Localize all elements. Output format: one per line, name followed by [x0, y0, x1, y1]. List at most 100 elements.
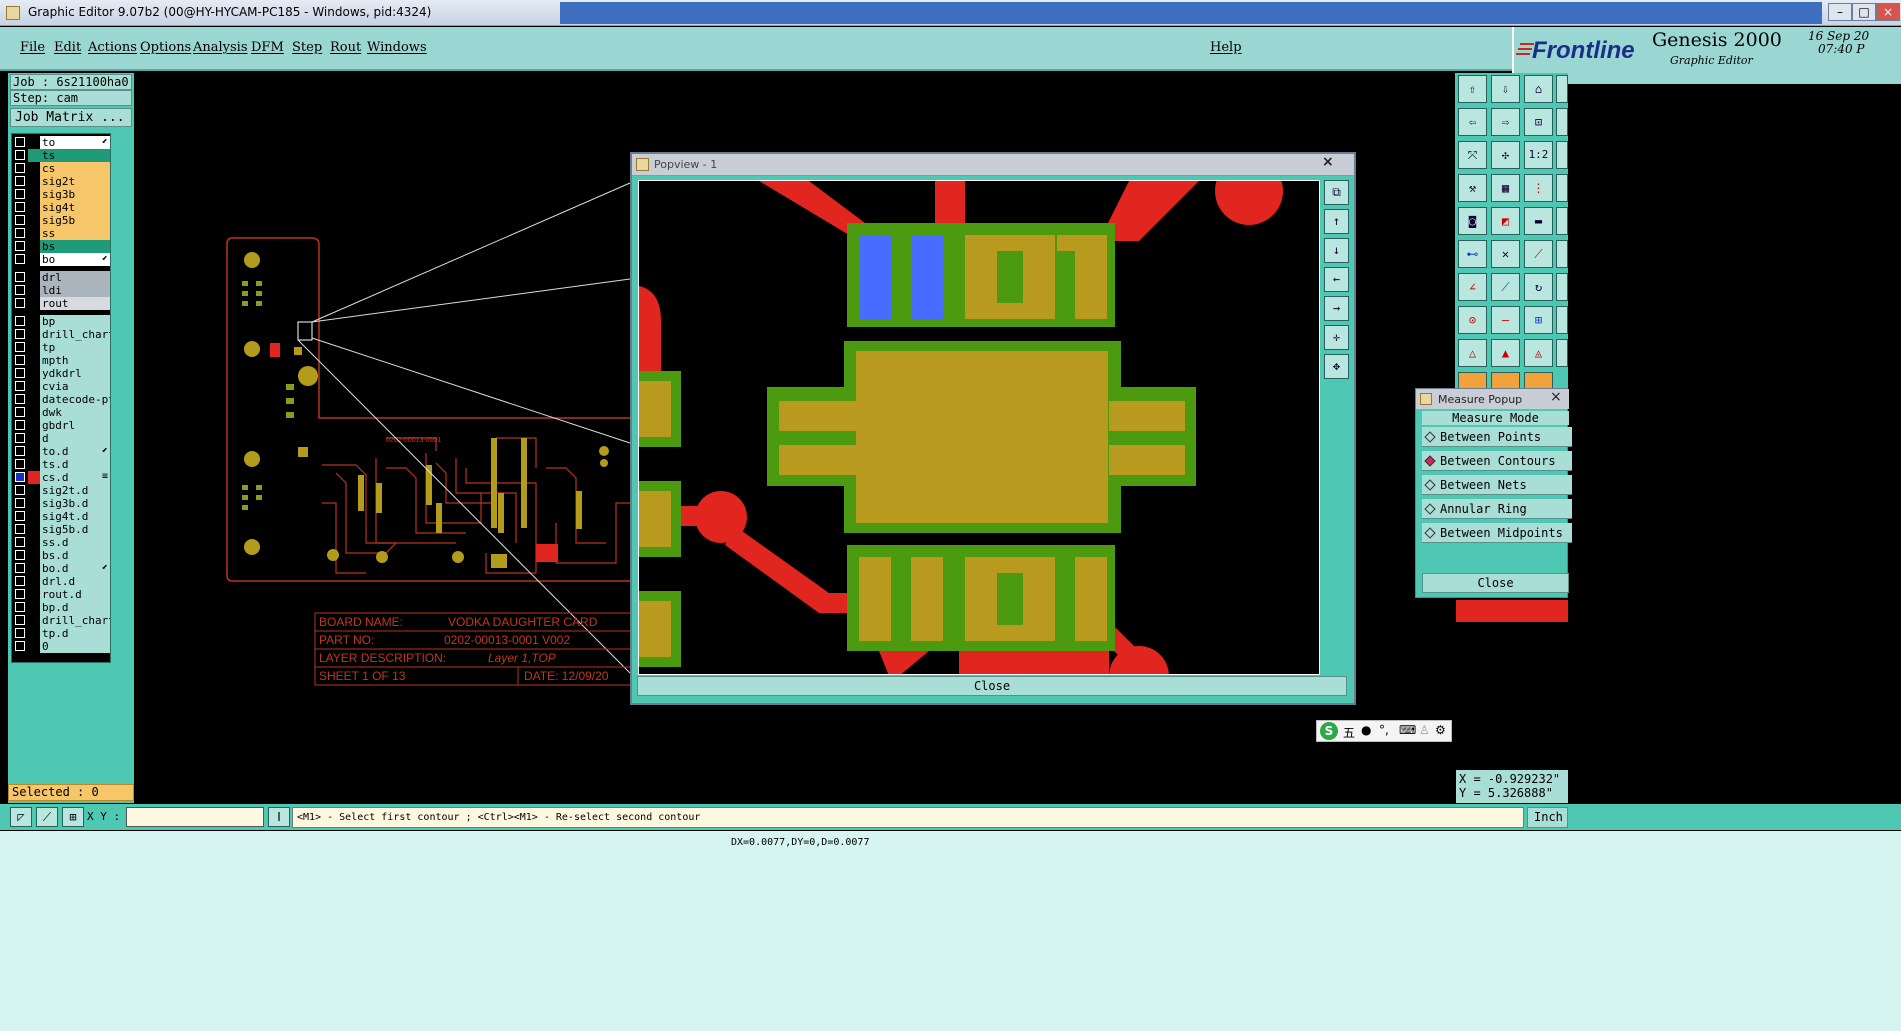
layer-checkbox[interactable] — [15, 433, 25, 443]
layer-row[interactable]: ydkdrl — [12, 367, 112, 380]
layer-color-swatch[interactable] — [28, 419, 40, 432]
layer-checkbox[interactable] — [15, 176, 25, 186]
layer-checkbox[interactable] — [15, 472, 25, 482]
layer-color-swatch[interactable] — [28, 523, 40, 536]
layer-color-swatch[interactable] — [28, 297, 40, 310]
menu-step[interactable]: Step — [292, 40, 322, 55]
layer-color-swatch[interactable] — [28, 162, 40, 175]
menu-options[interactable]: Options — [140, 40, 191, 55]
layer-checkbox[interactable] — [15, 446, 25, 456]
scale-icon[interactable]: 1:2 — [1524, 141, 1553, 169]
layer-row[interactable]: bo.d ⬋ — [12, 562, 112, 575]
triangle-alt-icon[interactable]: ▲ — [1491, 339, 1520, 367]
ime-dot-icon[interactable]: ● — [1361, 723, 1371, 737]
wrench-icon[interactable]: ⚙ — [1435, 723, 1446, 737]
layer-checkbox[interactable] — [15, 241, 25, 251]
layer-name[interactable]: sig3b — [40, 188, 110, 201]
layer-name[interactable]: ss — [40, 227, 110, 240]
layer-name[interactable]: cs.d ≡ — [40, 471, 110, 484]
layer-color-swatch[interactable] — [28, 136, 40, 149]
tool-partial[interactable] — [1556, 108, 1568, 136]
layer-color-swatch[interactable] — [28, 271, 40, 284]
layer-row[interactable]: sig2t — [12, 175, 112, 188]
layer-row[interactable]: gbdrl — [12, 419, 112, 432]
center-icon[interactable]: ✣ — [1491, 141, 1520, 169]
xy-coordinate-input[interactable] — [126, 807, 264, 827]
window-icon[interactable]: ⊡ — [1524, 108, 1553, 136]
layer-checkbox[interactable] — [15, 137, 25, 147]
layer-row[interactable]: sig3b.d — [12, 497, 112, 510]
layer-checkbox[interactable] — [15, 602, 25, 612]
menu-dfm[interactable]: DFM — [251, 40, 284, 55]
layer-checkbox[interactable] — [15, 215, 25, 225]
pan-down-icon[interactable]: ↓ — [1324, 238, 1349, 263]
layer-color-swatch[interactable] — [28, 406, 40, 419]
layer-row[interactable]: bo ⬋ — [12, 253, 112, 266]
units-button[interactable]: Inch — [1527, 807, 1568, 828]
layer-color-swatch[interactable] — [28, 627, 40, 640]
layer-color-swatch[interactable] — [28, 393, 40, 406]
layer-name[interactable]: bo.d ⬋ — [40, 562, 110, 575]
ime-mode[interactable]: 五 — [1343, 724, 1355, 741]
layer-row[interactable]: sig5b.d — [12, 523, 112, 536]
tool-partial[interactable] — [1556, 207, 1568, 235]
measure-popup[interactable]: Measure Popup × Measure Mode Between Poi… — [1415, 388, 1572, 598]
tool-partial[interactable] — [1556, 273, 1568, 301]
connect-icon[interactable]: ⊷ — [1458, 240, 1487, 268]
layer-name[interactable]: drill_chart — [40, 328, 110, 341]
menu-analysis[interactable]: Analysis — [193, 40, 248, 55]
pan-left-icon[interactable]: ← — [1324, 267, 1349, 292]
layer-checkbox[interactable] — [15, 342, 25, 352]
layer-row[interactable]: sig4t — [12, 201, 112, 214]
layer-name[interactable]: mpth — [40, 354, 110, 367]
layer-row[interactable]: mpth — [12, 354, 112, 367]
layer-checkbox[interactable] — [15, 381, 25, 391]
hline-icon[interactable]: — — [1491, 306, 1520, 334]
layer-checkbox[interactable] — [15, 329, 25, 339]
tool-partial[interactable] — [1556, 339, 1568, 367]
pan-up-icon[interactable]: ↑ — [1324, 209, 1349, 234]
layer-checkbox[interactable] — [15, 641, 25, 651]
layer-row[interactable]: dwk — [12, 406, 112, 419]
layer-color-swatch[interactable] — [28, 188, 40, 201]
layer-color-swatch[interactable] — [28, 510, 40, 523]
layer-color-swatch[interactable] — [28, 354, 40, 367]
layer-row[interactable]: to.d ⬋ — [12, 445, 112, 458]
layer-checkbox[interactable] — [15, 537, 25, 547]
measure-option-between-contours[interactable]: Between Contours — [1422, 451, 1572, 471]
menu-file[interactable]: File — [20, 40, 45, 55]
layer-row[interactable]: bp.d — [12, 601, 112, 614]
layer-row[interactable]: sig4t.d — [12, 510, 112, 523]
popview-window[interactable]: Popview - 1 × ⧉ ↑ ↓ ← → ✛ ✥ Close — [630, 152, 1356, 705]
home-icon[interactable]: ⌂ — [1524, 75, 1553, 103]
layer-color-swatch[interactable] — [28, 640, 40, 653]
tool-partial[interactable] — [1556, 240, 1568, 268]
box-icon[interactable]: ⊞ — [1524, 306, 1553, 334]
tool-partial[interactable] — [1556, 141, 1568, 169]
popview-canvas[interactable] — [638, 180, 1320, 675]
layer-checkbox[interactable] — [15, 628, 25, 638]
layer-row[interactable]: cs.d ≡ — [12, 471, 112, 484]
layer-checkbox[interactable] — [15, 485, 25, 495]
layer-color-swatch[interactable] — [28, 227, 40, 240]
zoom-window-icon[interactable]: ⧉ — [1324, 180, 1349, 205]
layer-color-swatch[interactable] — [28, 497, 40, 510]
layer-row[interactable]: ss.d — [12, 536, 112, 549]
layer-name[interactable]: ldi — [40, 284, 110, 297]
layer-color-swatch[interactable] — [28, 201, 40, 214]
layer-checkbox[interactable] — [15, 589, 25, 599]
layer-name[interactable]: rout — [40, 297, 110, 310]
layer-name[interactable]: sig4t.d — [40, 510, 110, 523]
layer-checkbox[interactable] — [15, 285, 25, 295]
layer-checkbox[interactable] — [15, 272, 25, 282]
layer-row[interactable]: drill_chart — [12, 328, 112, 341]
layer-checkbox[interactable] — [15, 407, 25, 417]
menu-help[interactable]: Help — [1210, 40, 1242, 55]
layer-name[interactable]: cs — [40, 162, 110, 175]
layer-color-swatch[interactable] — [28, 536, 40, 549]
layer-checkbox[interactable] — [15, 459, 25, 469]
zoom-out-icon[interactable]: ✥ — [1324, 354, 1349, 379]
triangle-measure-icon[interactable]: ◬ — [1524, 339, 1553, 367]
layer-row[interactable]: rout — [12, 297, 112, 310]
layer-color-swatch[interactable] — [28, 367, 40, 380]
